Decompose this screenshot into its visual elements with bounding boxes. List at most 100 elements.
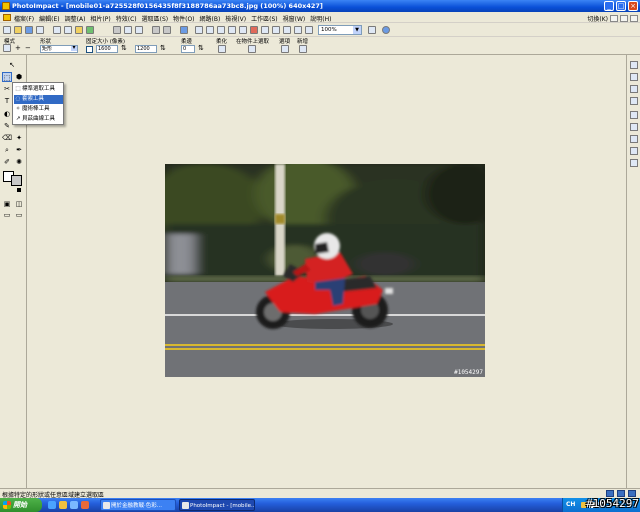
menu-workspace[interactable]: 工作區(S) (251, 14, 278, 23)
pick-tool-icon[interactable]: ↖ (7, 60, 17, 70)
new-file-icon[interactable] (3, 26, 11, 34)
open-folder-icon[interactable] (14, 26, 22, 34)
menu-file[interactable]: 檔案(F) (14, 14, 34, 23)
menu-effect[interactable]: 特效(C) (116, 14, 137, 23)
options-icon[interactable] (281, 45, 289, 53)
crop-icon[interactable] (206, 26, 214, 34)
auto-process-icon[interactable] (228, 26, 236, 34)
menu-window[interactable]: 視窗(W) (283, 14, 306, 23)
panel-color-icon[interactable] (630, 123, 638, 131)
crop-tool-icon[interactable]: ✂ (2, 84, 12, 94)
redo-icon[interactable] (163, 26, 171, 34)
add-mode-icon[interactable]: + (15, 44, 21, 52)
stamp-tool-icon[interactable]: ✺ (14, 157, 24, 167)
select-on-object-icon[interactable] (248, 45, 256, 53)
menu-edit[interactable]: 編輯(E) (39, 14, 59, 23)
undo-icon[interactable] (152, 26, 160, 34)
scan-icon[interactable] (75, 26, 83, 34)
menu-object[interactable]: 物件(O) (173, 14, 194, 23)
quicklaunch-ie-icon[interactable] (48, 501, 56, 509)
soften-spin-icon[interactable]: ⇅ (198, 44, 204, 52)
soften-field[interactable]: 0 (181, 45, 195, 53)
doc-restore-button[interactable] (620, 15, 628, 22)
height-spin-icon[interactable]: ⇅ (160, 44, 166, 52)
panel-document-icon[interactable] (630, 147, 638, 155)
start-button[interactable]: 開始 (0, 498, 42, 512)
panel-quick-command-icon[interactable] (630, 85, 638, 93)
browse-icon[interactable] (36, 26, 44, 34)
panel-layer-manager-icon[interactable] (630, 73, 638, 81)
enhance-icon[interactable] (239, 26, 247, 34)
menu-web[interactable]: 網路(B) (200, 14, 221, 23)
transform-tool-icon[interactable]: ⬢ (14, 72, 24, 82)
preview-icon[interactable] (64, 26, 72, 34)
text-effect-icon[interactable] (272, 26, 280, 34)
menu-selection[interactable]: 選取區(S) (142, 14, 169, 23)
text-tool-icon[interactable]: T (2, 96, 12, 106)
flyout-item-bezier[interactable]: ↗ 貝茲曲線工具 (14, 115, 63, 124)
flyout-item-lasso[interactable]: ◌ 套索工具 (14, 95, 63, 104)
easy-palette-icon[interactable] (294, 26, 302, 34)
flyout-item-magic-wand[interactable]: ✧ 魔術棒工具 (14, 105, 63, 114)
new-object-icon[interactable] (299, 45, 307, 53)
panel-dock-icon[interactable]: ▭ (14, 210, 24, 220)
width-spin-icon[interactable]: ⇅ (121, 44, 127, 52)
language-indicator[interactable]: CH (566, 501, 575, 508)
status-panel-icon[interactable] (606, 490, 614, 497)
object-icon[interactable] (180, 26, 188, 34)
layers-icon[interactable] (305, 26, 313, 34)
selection-tool-icon[interactable]: ⬚ (2, 72, 12, 82)
web-icon[interactable] (86, 26, 94, 34)
maximize-button[interactable]: □ (616, 1, 626, 11)
menu-photo[interactable]: 相片(P) (90, 14, 110, 23)
background-color-swatch[interactable] (11, 175, 22, 186)
zoom-select[interactable]: 100% (318, 25, 362, 35)
minimize-button[interactable]: _ (604, 1, 614, 11)
panel-path-icon[interactable] (630, 111, 638, 119)
red-eye-icon[interactable] (250, 26, 258, 34)
flyout-item-standard-selection[interactable]: ⬚標準選取工具 (14, 85, 63, 94)
menu-adjust[interactable]: 調整(A) (65, 14, 86, 23)
quicklaunch-desktop-icon[interactable] (70, 501, 78, 509)
doc-close-button[interactable] (630, 15, 638, 22)
status-ruler-icon[interactable] (617, 490, 625, 497)
panel-toggle-icon[interactable]: ▭ (2, 210, 12, 220)
doc-minimize-button[interactable] (610, 15, 618, 22)
antialias-icon[interactable] (218, 45, 226, 53)
save-icon[interactable] (25, 26, 33, 34)
taskbar-item-browser[interactable]: 開於金融教戰·色彩... (100, 499, 176, 511)
panel-mask-icon[interactable] (630, 97, 638, 105)
eyedropper-tool-icon[interactable]: ✒ (14, 145, 24, 155)
menu-view[interactable]: 檢視(V) (225, 14, 246, 23)
paste-icon[interactable] (135, 26, 143, 34)
shape-select[interactable]: 矩形 (40, 45, 78, 53)
quicklaunch-explorer-icon[interactable] (59, 501, 67, 509)
eraser-tool-icon[interactable]: ⌫ (2, 133, 12, 143)
clone-tool-icon[interactable]: ✦ (14, 133, 24, 143)
fixed-size-checkbox[interactable] (86, 46, 93, 53)
fit-window-icon[interactable] (368, 26, 376, 34)
photo-canvas[interactable]: #1054297 (165, 164, 485, 377)
fill-icon[interactable] (283, 26, 291, 34)
panel-brush-icon[interactable] (630, 135, 638, 143)
cut-icon[interactable] (113, 26, 121, 34)
view-mode-icon[interactable]: ▣ (2, 199, 12, 209)
fill-tool-icon[interactable]: ◐ (2, 109, 12, 119)
default-colors-icon[interactable] (17, 188, 21, 192)
retouch-tool-icon[interactable]: ✎ (2, 121, 12, 131)
resize-icon[interactable] (195, 26, 203, 34)
panel-easy-palette-icon[interactable] (630, 61, 638, 69)
document-icon[interactable] (3, 14, 11, 21)
copy-icon[interactable] (124, 26, 132, 34)
paint-tool-icon[interactable]: ✐ (2, 157, 12, 167)
subtract-mode-icon[interactable]: − (25, 44, 31, 52)
taskbar-item-photoimpact[interactable]: PhotoImpact - [mobile... (179, 499, 255, 511)
menu-help[interactable]: 說明(H) (310, 14, 331, 23)
quicklaunch-media-icon[interactable] (81, 501, 89, 509)
close-button[interactable]: × (628, 1, 638, 11)
zoom-tool-icon[interactable]: ⌕ (2, 145, 12, 155)
switch-menu[interactable]: 切換(K) (587, 14, 608, 23)
fullscreen-icon[interactable]: ◫ (14, 199, 24, 209)
height-field[interactable]: 1200 (135, 45, 157, 53)
width-field[interactable]: 1600 (96, 45, 118, 53)
